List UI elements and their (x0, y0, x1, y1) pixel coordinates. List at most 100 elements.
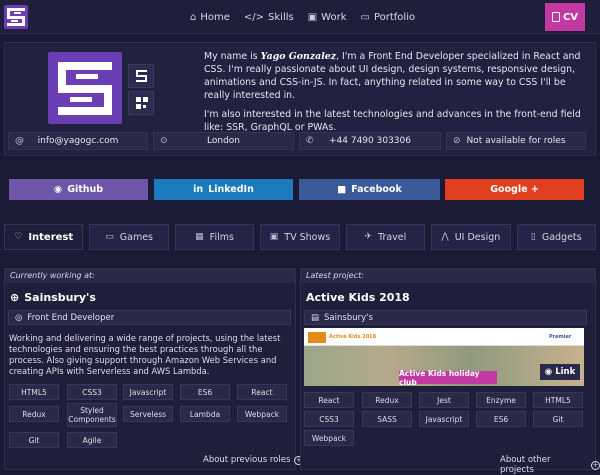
bio-text: My name is Yago Gonzalez, I'm a Front En… (204, 50, 592, 140)
skill-tag: Styled Components (67, 403, 117, 427)
linkedin-icon: in (193, 184, 204, 195)
skill-tag: Redux (362, 392, 412, 408)
skill-tag: HTML5 (9, 384, 59, 400)
tab-interest[interactable]: ♡ Interest (4, 224, 84, 250)
project-link-button[interactable]: ◉ Link (540, 364, 580, 380)
tab-tv-shows[interactable]: ▣ TV Shows (260, 224, 340, 250)
nav-item-portfolio[interactable]: ▭ Portfolio (361, 12, 416, 23)
footer-text: About previous roles (203, 455, 291, 465)
skill-tag: Enzyme (476, 392, 526, 408)
tab-travel[interactable]: ✈ Travel (345, 224, 426, 250)
nav-label: Portfolio (373, 11, 416, 23)
footer-text: About other projects (500, 455, 551, 475)
availability-status: ⊘ Not available for roles (446, 132, 586, 150)
heart-icon: ♡ (14, 232, 23, 242)
at-icon: @ (15, 136, 24, 146)
skill-tag: React (304, 392, 354, 408)
phone-contact[interactable]: ✆ +44 7490 303306 (299, 132, 441, 150)
nav-item-skills[interactable]: </> Skills (244, 12, 294, 23)
link-label: Link (555, 367, 576, 377)
nav-item-work[interactable]: ▣ Work (308, 12, 347, 23)
file-icon (551, 12, 560, 22)
email-text: info@yagogc.com (37, 136, 119, 146)
skill-tag: Agile (67, 432, 117, 448)
nav-label: Home (200, 11, 230, 23)
folder-icon: ▭ (360, 11, 370, 23)
preview-header: Active Kids 2018 Premier (304, 328, 584, 346)
tablet-icon: ▯ (530, 232, 536, 242)
linkedin-label: LinkedIn (208, 184, 254, 195)
tab-gadgets[interactable]: ▯ Gadgets (516, 224, 596, 250)
plane-icon: ✈ (364, 232, 373, 242)
phone-icon: ✆ (306, 136, 314, 146)
preview-logo (308, 332, 326, 343)
skill-tag: Git (9, 432, 59, 448)
skill-tag: Serveless (123, 406, 173, 422)
facebook-button[interactable]: ■ Facebook (299, 179, 440, 200)
github-button[interactable]: ◉ Github (9, 179, 148, 200)
nav-label: Skills (268, 11, 294, 23)
gamepad-icon: ▭ (105, 232, 114, 242)
skill-tag: Redux (9, 406, 59, 422)
facebook-label: Facebook (351, 184, 402, 195)
google-plus-button[interactable]: Google + (445, 179, 584, 200)
card-header: Latest project: (301, 269, 595, 283)
google-plus-label: Google + (490, 184, 539, 195)
company-title: ⊕ Sainsbury's (10, 291, 96, 304)
skill-tag: CSS3 (304, 411, 354, 427)
tab-films[interactable]: ▦ Films (174, 224, 255, 250)
preview-partner: Premier (549, 334, 572, 340)
building-icon: ▤ (311, 312, 320, 323)
location-contact: ⊙ London (153, 132, 294, 150)
tab-label: TV Shows (284, 231, 331, 243)
tab-label: UI Design (454, 231, 501, 243)
project-preview-image[interactable]: Active Kids 2018 Premier Active Kids hol… (304, 328, 584, 386)
compass-icon: ⋀ (441, 232, 449, 242)
location-text: London (207, 136, 240, 146)
bio-prefix: My name is (204, 51, 261, 62)
skill-tag: HTML5 (533, 392, 583, 408)
logo-variant-icon[interactable] (128, 64, 154, 88)
project-name: Active Kids 2018 (306, 291, 410, 304)
tab-ui-design[interactable]: ⋀ UI Design (431, 224, 511, 250)
tv-icon: ▣ (269, 232, 279, 242)
tab-label: Gadgets (541, 231, 582, 243)
role-badge: ◎ Front End Developer (8, 310, 291, 325)
main-nav: ⌂ Home </> Skills ▣ Work ▭ Portfolio (190, 0, 415, 34)
github-icon: ◉ (53, 184, 63, 195)
cv-button[interactable]: CV (545, 3, 585, 31)
skill-tag: Javascript (419, 411, 469, 427)
nav-item-home[interactable]: ⌂ Home (190, 12, 230, 23)
bio-name: Yago Gonzalez (260, 51, 337, 62)
qr-code-icon[interactable] (128, 91, 154, 115)
facebook-icon: ■ (337, 184, 347, 195)
tab-games[interactable]: ▭ Games (89, 224, 169, 250)
target-icon: ◎ (15, 312, 23, 323)
globe-icon: ⊕ (10, 291, 20, 304)
github-label: Github (67, 184, 104, 195)
preview-site-name: Active Kids 2018 (329, 334, 377, 340)
skill-tag: SASS (362, 411, 412, 427)
bio-paragraph: My name is Yago Gonzalez, I'm a Front En… (204, 50, 592, 102)
previous-roles-link[interactable]: About previous roles + (203, 455, 304, 465)
preview-banner: Active Kids holiday club (399, 369, 497, 386)
top-navigation-bar: ⌂ Home </> Skills ▣ Work ▭ Portfolio CV (0, 0, 600, 34)
skill-tag: ES6 (180, 384, 230, 400)
map-pin-icon: ⊙ (160, 136, 168, 146)
tab-label: Interest (28, 231, 74, 243)
other-projects-link[interactable]: About other projects + (500, 455, 600, 475)
skill-tag: Javascript (123, 384, 173, 400)
site-logo[interactable] (4, 5, 28, 29)
email-contact[interactable]: @ info@yagogc.com (8, 132, 148, 150)
role-description: Working and delivering a wide range of p… (9, 333, 281, 376)
interest-tabs: ♡ Interest ▭ Games ▦ Films ▣ TV Shows ✈ … (4, 224, 596, 250)
company-name: Sainsbury's (24, 291, 96, 304)
client-badge: ▤ Sainsbury's (304, 310, 587, 325)
project-title: Active Kids 2018 (306, 291, 410, 304)
linkedin-button[interactable]: in LinkedIn (154, 179, 293, 200)
skill-tag: Webpack (304, 430, 354, 446)
nav-label: Work (321, 11, 347, 23)
skill-tag: CSS3 (67, 384, 117, 400)
phone-text: +44 7490 303306 (329, 136, 411, 146)
skill-tag: Git (533, 411, 583, 427)
